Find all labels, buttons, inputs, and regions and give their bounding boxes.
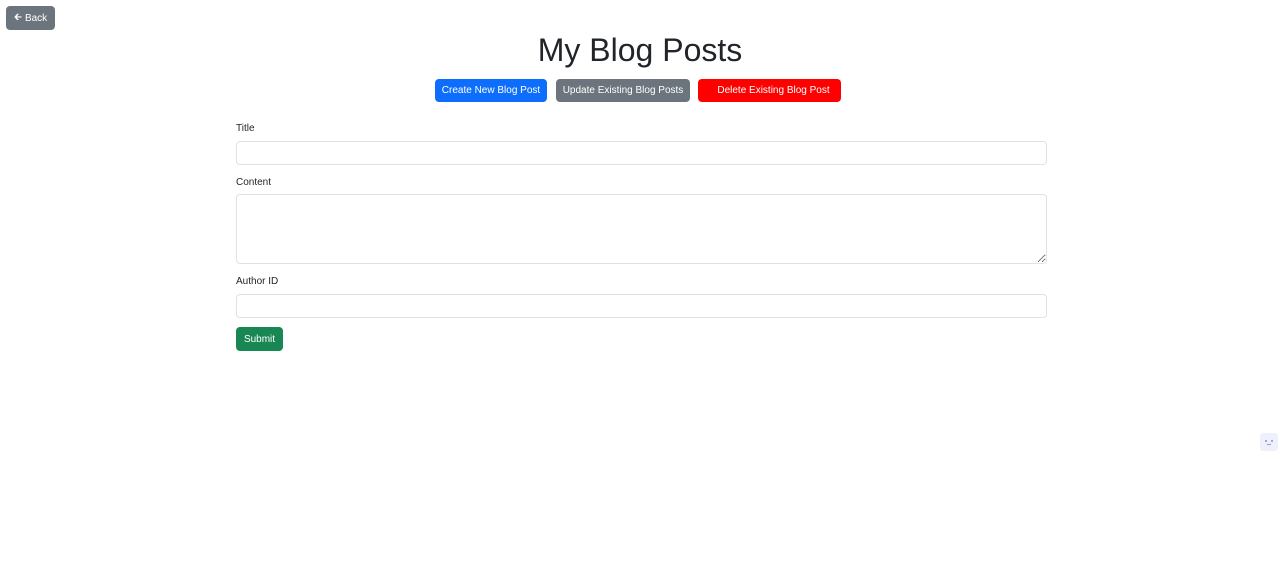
widget-face-icon xyxy=(1265,440,1273,446)
author-id-label: Author ID xyxy=(236,276,279,287)
content-label: Content xyxy=(236,177,272,188)
back-button-label: Back xyxy=(24,12,48,24)
update-posts-button[interactable]: Update Existing Blog Posts xyxy=(556,79,690,102)
page-title: My Blog Posts xyxy=(537,32,743,68)
author-id-input[interactable] xyxy=(236,294,1047,318)
title-label: Title xyxy=(236,123,255,134)
create-post-button[interactable]: Create New Blog Post xyxy=(435,79,547,102)
arrow-left-icon: 🡰 xyxy=(13,12,22,23)
delete-post-button[interactable]: Delete Existing Blog Post xyxy=(698,79,841,102)
extension-widget-icon[interactable] xyxy=(1260,433,1278,451)
action-bar: Create New Blog Post Update Existing Blo… xyxy=(0,79,1280,102)
content-textarea[interactable] xyxy=(236,194,1047,264)
submit-button[interactable]: Submit xyxy=(236,327,283,351)
page: 🡰 Back My Blog Posts Create New Blog Pos… xyxy=(0,0,1280,578)
title-input[interactable] xyxy=(236,141,1047,165)
